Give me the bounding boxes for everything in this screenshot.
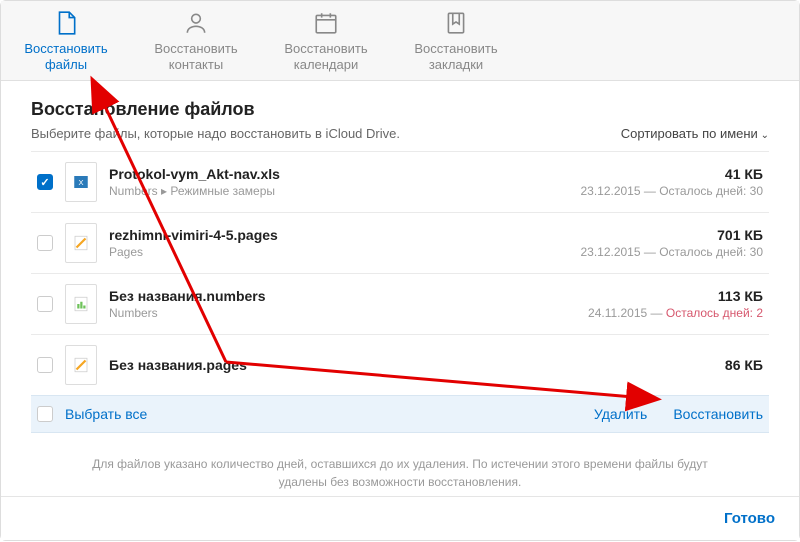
file-row[interactable]: Без названия.pages 86 КБ	[31, 335, 769, 395]
file-meta: 41 КБ 23.12.2015 — Осталось дней: 30	[580, 166, 763, 198]
header-row: Выберите файлы, которые надо восстановит…	[31, 126, 769, 141]
pages-file-icon	[65, 345, 97, 385]
restore-calendars-tab[interactable]: Восстановить календари	[271, 6, 381, 76]
sort-dropdown[interactable]: Сортировать по имени	[621, 126, 769, 141]
svg-text:X: X	[78, 178, 83, 187]
file-row[interactable]: rezhimni-vimiri-4-5.pages Pages 701 КБ 2…	[31, 213, 769, 274]
restore-button[interactable]: Восстановить	[673, 406, 763, 422]
checkbox[interactable]	[37, 174, 53, 190]
tab-label: закладки	[429, 57, 483, 73]
file-size: 701 КБ	[717, 227, 763, 243]
tab-label: Восстановить	[284, 41, 367, 57]
file-date-value: 23.12.2015	[580, 245, 640, 259]
file-path: Pages	[109, 245, 580, 259]
file-date: 24.11.2015 — Осталось дней: 2	[588, 306, 763, 320]
restore-bookmarks-tab[interactable]: Восстановить закладки	[401, 6, 511, 76]
delete-button[interactable]: Удалить	[594, 406, 647, 422]
file-expire: Осталось дней: 2	[666, 306, 763, 320]
calendar-icon	[312, 9, 340, 37]
action-bar: Выбрать все Удалить Восстановить	[31, 395, 769, 433]
file-name: rezhimni-vimiri-4-5.pages	[109, 227, 580, 243]
xls-file-icon: X	[65, 162, 97, 202]
file-size: 113 КБ	[718, 288, 763, 304]
restore-contacts-tab[interactable]: Восстановить контакты	[141, 6, 251, 76]
page-subtitle: Выберите файлы, которые надо восстановит…	[31, 126, 400, 141]
contact-icon	[182, 9, 210, 37]
tab-label: Восстановить	[154, 41, 237, 57]
bookmark-icon	[442, 9, 470, 37]
done-button[interactable]: Готово	[724, 510, 775, 527]
file-size: 86 КБ	[725, 357, 763, 373]
restore-files-tab[interactable]: Восстановить файлы	[11, 6, 121, 76]
tab-label: Восстановить	[24, 41, 107, 57]
file-date: 23.12.2015 — Осталось дней: 30	[580, 184, 763, 198]
file-meta: 701 КБ 23.12.2015 — Осталось дней: 30	[580, 227, 763, 259]
file-row[interactable]: X Protokol-vym_Akt-nav.xls Numbers ▸ Реж…	[31, 152, 769, 213]
toolbar: Восстановить файлы Восстановить контакты…	[1, 1, 799, 81]
document-icon	[52, 9, 80, 37]
file-meta: 113 КБ 24.11.2015 — Осталось дней: 2	[588, 288, 763, 320]
file-info: Protokol-vym_Akt-nav.xls Numbers ▸ Режим…	[109, 166, 580, 198]
file-expire: Осталось дней: 30	[659, 184, 763, 198]
select-all-checkbox[interactable]	[37, 406, 53, 422]
tab-label: файлы	[45, 57, 87, 73]
file-name: Без названия.numbers	[109, 288, 588, 304]
checkbox[interactable]	[37, 235, 53, 251]
file-info: Без названия.pages	[109, 357, 725, 373]
file-expire: Осталось дней: 30	[659, 245, 763, 259]
file-date: 23.12.2015 — Осталось дней: 30	[580, 245, 763, 259]
pages-file-icon	[65, 223, 97, 263]
numbers-file-icon	[65, 284, 97, 324]
checkbox[interactable]	[37, 296, 53, 312]
file-date-value: 24.11.2015	[588, 306, 647, 320]
file-name: Protokol-vym_Akt-nav.xls	[109, 166, 580, 182]
tab-label: Восстановить	[414, 41, 497, 57]
file-info: Без названия.numbers Numbers	[109, 288, 588, 320]
content-area: Восстановление файлов Выберите файлы, ко…	[1, 81, 799, 513]
file-path: Numbers	[109, 306, 588, 320]
bottom-bar: Готово	[1, 496, 799, 540]
tab-label: контакты	[169, 57, 223, 73]
page-title: Восстановление файлов	[31, 99, 769, 120]
file-path: Numbers ▸ Режимные замеры	[109, 184, 580, 198]
file-list: X Protokol-vym_Akt-nav.xls Numbers ▸ Реж…	[31, 151, 769, 395]
tab-label: календари	[294, 57, 359, 73]
file-info: rezhimni-vimiri-4-5.pages Pages	[109, 227, 580, 259]
file-date-value: 23.12.2015	[580, 184, 640, 198]
file-name: Без названия.pages	[109, 357, 725, 373]
select-all-link[interactable]: Выбрать все	[65, 406, 147, 422]
file-row[interactable]: Без названия.numbers Numbers 113 КБ 24.1…	[31, 274, 769, 335]
file-meta: 86 КБ	[725, 357, 763, 373]
checkbox[interactable]	[37, 357, 53, 373]
file-size: 41 КБ	[725, 166, 763, 182]
